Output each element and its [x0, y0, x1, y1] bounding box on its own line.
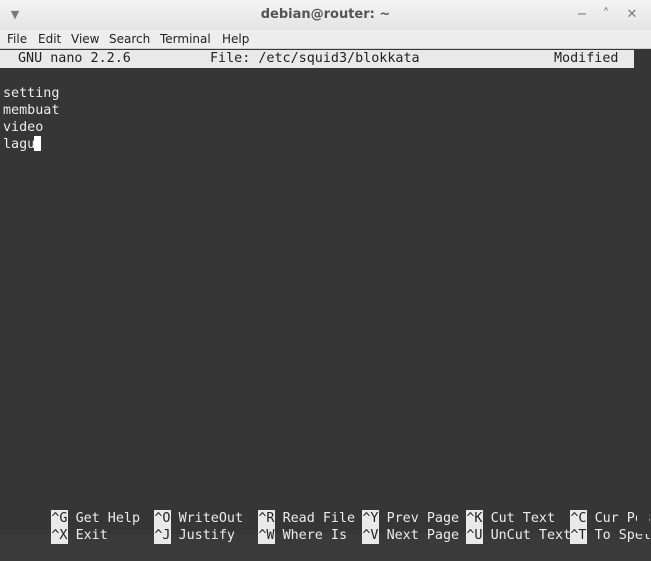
text-line[interactable]: setting [3, 85, 59, 102]
terminal-window: ▼ debian@router: ~ − ˄ ✕ File Edit View … [0, 0, 651, 544]
minimize-icon[interactable]: − [573, 6, 591, 24]
shortcut-key: ^J [154, 527, 171, 544]
shortcut-key: ^W [258, 527, 275, 544]
shortcut-key: ^V [362, 527, 379, 544]
shortcut-key: ^T [570, 527, 587, 544]
menu-terminal[interactable]: Terminal [160, 30, 211, 48]
menu-view[interactable]: View [71, 30, 99, 48]
menu-search[interactable]: Search [109, 30, 150, 48]
shortcut-label: Exit [75, 528, 108, 543]
window-title: debian@router: ~ [260, 7, 391, 22]
nano-status: Modified [554, 51, 619, 66]
text-cursor [34, 136, 41, 151]
menu-file[interactable]: File [7, 30, 27, 48]
nano-header: GNU nano 2.2.6 File: /etc/squid3/blokkat… [0, 50, 634, 68]
terminal-area[interactable]: GNU nano 2.2.6 File: /etc/squid3/blokkat… [0, 49, 651, 544]
terminal-scrollbar[interactable] [637, 49, 649, 534]
shortcut-key: ^X [51, 527, 68, 544]
shortcut-cur-pos[interactable]: ^C Cur Pos [522, 493, 651, 527]
text-line[interactable]: membuat [3, 102, 59, 119]
title-bar[interactable]: ▼ debian@router: ~ − ˄ ✕ [0, 0, 651, 31]
shortcut-to-spell[interactable]: ^T To Spell [522, 510, 651, 544]
text-line[interactable]: lagu [3, 136, 35, 153]
shortcut-key: ^U [466, 527, 483, 544]
menu-bar: File Edit View Search Terminal Help [0, 30, 651, 49]
nano-filename: File: /etc/squid3/blokkata [210, 51, 420, 66]
menu-help[interactable]: Help [222, 30, 249, 48]
maximize-icon[interactable]: ˄ [597, 6, 615, 24]
shortcut-exit[interactable]: ^X Exit [3, 510, 108, 544]
menu-edit[interactable]: Edit [38, 30, 61, 48]
close-icon[interactable]: ✕ [623, 6, 641, 24]
nano-version: GNU nano 2.2.6 [18, 51, 131, 66]
text-line[interactable]: video [3, 119, 43, 136]
